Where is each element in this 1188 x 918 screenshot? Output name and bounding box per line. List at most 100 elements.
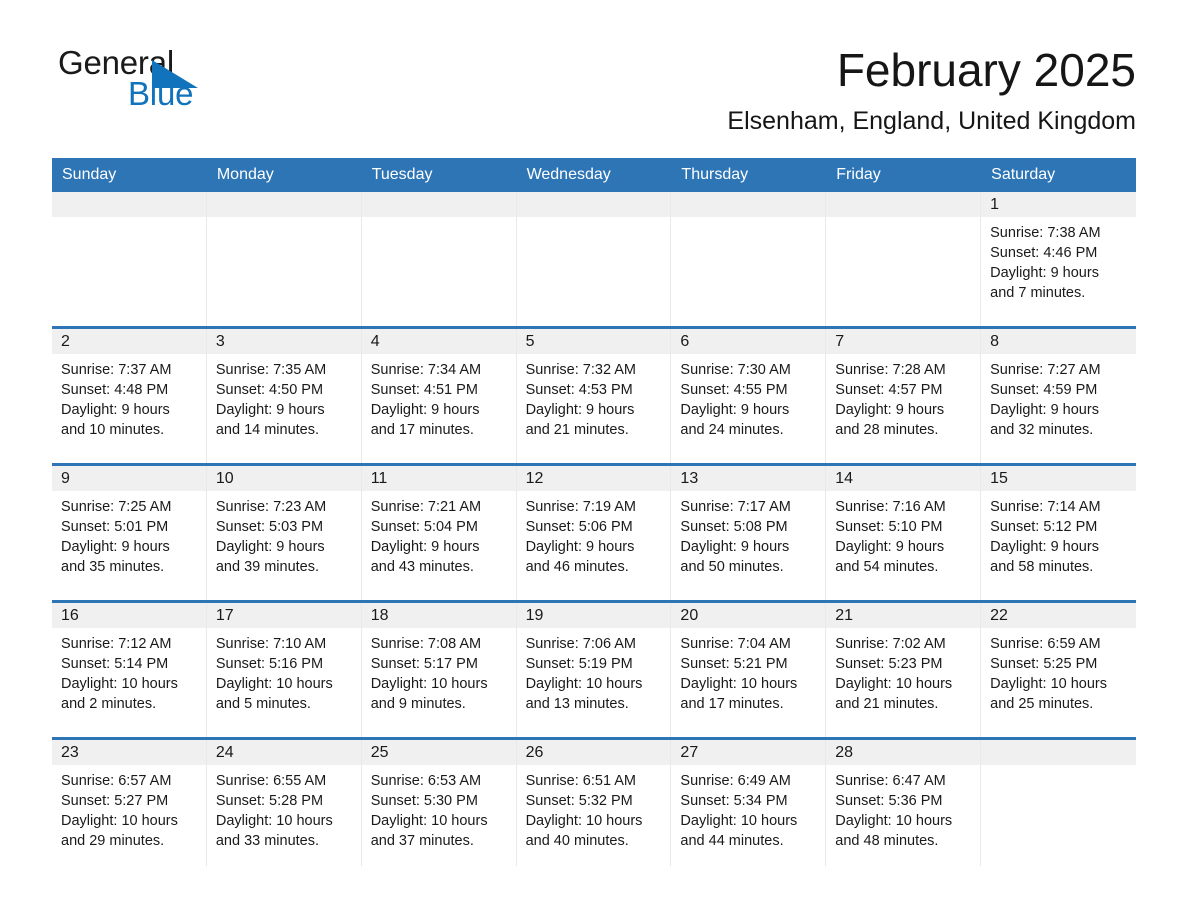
day-details: Sunrise: 7:37 AM Sunset: 4:48 PM Dayligh… bbox=[52, 354, 206, 440]
daylight-text-line1: Daylight: 10 hours bbox=[680, 812, 798, 829]
day-number: 18 bbox=[361, 602, 516, 628]
day-cell[interactable]: 4 Sunrise: 7:34 AM Sunset: 4:51 PM Dayli… bbox=[361, 328, 517, 463]
sunset-text: Sunset: 5:32 PM bbox=[525, 792, 633, 809]
day-details: Sunrise: 6:55 AM Sunset: 5:28 PM Dayligh… bbox=[207, 765, 361, 851]
day-details: Sunrise: 6:51 AM Sunset: 5:32 PM Dayligh… bbox=[517, 765, 671, 851]
day-cell[interactable]: 13 Sunrise: 7:17 AM Sunset: 5:08 PM Dayl… bbox=[671, 465, 827, 600]
generalblue-logo[interactable]: General Blue bbox=[52, 44, 292, 116]
day-cell[interactable]: 15 Sunrise: 7:14 AM Sunset: 5:12 PM Dayl… bbox=[981, 465, 1136, 600]
sunset-text: Sunset: 5:25 PM bbox=[990, 655, 1098, 672]
daylight-text-line2: and 17 minutes. bbox=[680, 695, 784, 712]
day-details: Sunrise: 7:21 AM Sunset: 5:04 PM Dayligh… bbox=[362, 491, 516, 577]
sunset-text: Sunset: 5:27 PM bbox=[61, 792, 169, 809]
sunset-text: Sunset: 5:12 PM bbox=[990, 518, 1098, 535]
daylight-text-line2: and 29 minutes. bbox=[61, 832, 165, 849]
day-cell[interactable]: 14 Sunrise: 7:16 AM Sunset: 5:10 PM Dayl… bbox=[826, 465, 982, 600]
sunrise-text: Sunrise: 6:57 AM bbox=[61, 772, 172, 789]
daylight-text-line1: Daylight: 10 hours bbox=[215, 675, 333, 692]
day-cell[interactable] bbox=[671, 191, 827, 326]
day-cell[interactable]: 23 Sunrise: 6:57 AM Sunset: 5:27 PM Dayl… bbox=[52, 739, 207, 866]
week-row: 16 Sunrise: 7:12 AM Sunset: 5:14 PM Dayl… bbox=[52, 599, 1136, 737]
sunrise-text: Sunrise: 7:17 AM bbox=[680, 498, 791, 515]
day-cell[interactable]: 17 Sunrise: 7:10 AM Sunset: 5:16 PM Dayl… bbox=[206, 602, 362, 737]
sunrise-text: Sunrise: 7:08 AM bbox=[370, 635, 482, 652]
day-cell[interactable]: 26 Sunrise: 6:51 AM Sunset: 5:32 PM Dayl… bbox=[516, 739, 672, 866]
sunrise-text: Sunrise: 7:21 AM bbox=[370, 498, 482, 515]
day-cell[interactable]: 6 Sunrise: 7:30 AM Sunset: 4:55 PM Dayli… bbox=[671, 328, 827, 463]
weekday-header-monday: Monday bbox=[216, 165, 274, 183]
day-number: 10 bbox=[206, 465, 361, 491]
daylight-text-line1: Daylight: 9 hours bbox=[61, 538, 170, 555]
day-cell[interactable]: 28 Sunrise: 6:47 AM Sunset: 5:36 PM Dayl… bbox=[826, 739, 982, 866]
sunrise-text: Sunrise: 7:23 AM bbox=[215, 498, 327, 515]
day-cell[interactable]: 11 Sunrise: 7:21 AM Sunset: 5:04 PM Dayl… bbox=[361, 465, 517, 600]
daylight-text-line2: and 13 minutes. bbox=[525, 695, 629, 712]
daylight-text-line1: Daylight: 10 hours bbox=[370, 812, 488, 829]
day-cell[interactable]: 5 Sunrise: 7:32 AM Sunset: 4:53 PM Dayli… bbox=[516, 328, 672, 463]
sunset-text: Sunset: 5:17 PM bbox=[370, 655, 478, 672]
daylight-text-line2: and 10 minutes. bbox=[61, 421, 165, 438]
sunrise-text: Sunrise: 7:38 AM bbox=[990, 224, 1101, 241]
logo-text-blue: Blue bbox=[128, 75, 194, 112]
daylight-text-line2: and 5 minutes. bbox=[215, 695, 311, 712]
day-cell[interactable]: 1 Sunrise: 7:38 AM Sunset: 4:46 PM Dayli… bbox=[981, 191, 1136, 326]
day-cell[interactable] bbox=[981, 739, 1136, 866]
day-cell[interactable]: 21 Sunrise: 7:02 AM Sunset: 5:23 PM Dayl… bbox=[826, 602, 982, 737]
daylight-text-line1: Daylight: 10 hours bbox=[835, 675, 953, 692]
page-title: February 2025 bbox=[836, 44, 1136, 96]
day-number: 9 bbox=[52, 465, 206, 491]
sunrise-text: Sunrise: 7:27 AM bbox=[990, 361, 1101, 378]
day-cell[interactable]: 3 Sunrise: 7:35 AM Sunset: 4:50 PM Dayli… bbox=[206, 328, 362, 463]
day-cell[interactable]: 16 Sunrise: 7:12 AM Sunset: 5:14 PM Dayl… bbox=[52, 602, 207, 737]
day-number bbox=[52, 191, 206, 217]
day-cell[interactable] bbox=[361, 191, 517, 326]
sunrise-text: Sunrise: 7:14 AM bbox=[990, 498, 1101, 515]
daylight-text-line2: and 48 minutes. bbox=[835, 832, 939, 849]
day-cell[interactable]: 18 Sunrise: 7:08 AM Sunset: 5:17 PM Dayl… bbox=[361, 602, 517, 737]
sunrise-text: Sunrise: 7:02 AM bbox=[835, 635, 946, 652]
day-number: 11 bbox=[361, 465, 516, 491]
day-details: Sunrise: 7:25 AM Sunset: 5:01 PM Dayligh… bbox=[52, 491, 206, 577]
daylight-text-line1: Daylight: 9 hours bbox=[680, 538, 790, 555]
day-cell[interactable]: 2 Sunrise: 7:37 AM Sunset: 4:48 PM Dayli… bbox=[52, 328, 207, 463]
day-cell[interactable] bbox=[206, 191, 362, 326]
day-details: Sunrise: 7:38 AM Sunset: 4:46 PM Dayligh… bbox=[981, 217, 1136, 303]
daylight-text-line2: and 44 minutes. bbox=[680, 832, 784, 849]
day-cell[interactable] bbox=[52, 191, 207, 326]
day-cell[interactable]: 8 Sunrise: 7:27 AM Sunset: 4:59 PM Dayli… bbox=[981, 328, 1136, 463]
day-details: Sunrise: 6:57 AM Sunset: 5:27 PM Dayligh… bbox=[52, 765, 206, 851]
day-number: 19 bbox=[516, 602, 671, 628]
daylight-text-line2: and 32 minutes. bbox=[990, 421, 1094, 438]
week-row: 1 Sunrise: 7:38 AM Sunset: 4:46 PM Dayli… bbox=[52, 191, 1136, 326]
daylight-text-line2: and 25 minutes. bbox=[990, 695, 1094, 712]
sunset-text: Sunset: 5:06 PM bbox=[525, 518, 633, 535]
calendar-grid: Sunday Monday Tuesday Wednesday Thursday… bbox=[52, 157, 1136, 866]
day-cell[interactable]: 10 Sunrise: 7:23 AM Sunset: 5:03 PM Dayl… bbox=[206, 465, 362, 600]
day-cell[interactable]: 20 Sunrise: 7:04 AM Sunset: 5:21 PM Dayl… bbox=[671, 602, 827, 737]
day-number: 5 bbox=[516, 328, 671, 354]
day-cell[interactable]: 19 Sunrise: 7:06 AM Sunset: 5:19 PM Dayl… bbox=[516, 602, 672, 737]
daylight-text-line1: Daylight: 10 hours bbox=[215, 812, 333, 829]
day-cell[interactable] bbox=[826, 191, 982, 326]
day-cell[interactable]: 12 Sunrise: 7:19 AM Sunset: 5:06 PM Dayl… bbox=[516, 465, 672, 600]
day-cell[interactable] bbox=[516, 191, 672, 326]
day-cell[interactable]: 7 Sunrise: 7:28 AM Sunset: 4:57 PM Dayli… bbox=[826, 328, 982, 463]
day-details: Sunrise: 7:23 AM Sunset: 5:03 PM Dayligh… bbox=[207, 491, 361, 577]
day-details: Sunrise: 7:34 AM Sunset: 4:51 PM Dayligh… bbox=[362, 354, 516, 440]
daylight-text-line2: and 2 minutes. bbox=[61, 695, 157, 712]
daylight-text-line1: Daylight: 10 hours bbox=[61, 812, 178, 829]
daylight-text-line1: Daylight: 9 hours bbox=[835, 401, 945, 418]
day-number: 8 bbox=[981, 328, 1136, 354]
day-details: Sunrise: 7:19 AM Sunset: 5:06 PM Dayligh… bbox=[517, 491, 671, 577]
day-cell[interactable]: 9 Sunrise: 7:25 AM Sunset: 5:01 PM Dayli… bbox=[52, 465, 207, 600]
day-cell[interactable]: 27 Sunrise: 6:49 AM Sunset: 5:34 PM Dayl… bbox=[671, 739, 827, 866]
day-details: Sunrise: 6:47 AM Sunset: 5:36 PM Dayligh… bbox=[826, 765, 980, 851]
day-number bbox=[206, 191, 361, 217]
daylight-text-line2: and 21 minutes. bbox=[835, 695, 939, 712]
day-cell[interactable]: 24 Sunrise: 6:55 AM Sunset: 5:28 PM Dayl… bbox=[206, 739, 362, 866]
daylight-text-line1: Daylight: 9 hours bbox=[61, 401, 170, 418]
day-cell[interactable]: 22 Sunrise: 6:59 AM Sunset: 5:25 PM Dayl… bbox=[981, 602, 1136, 737]
day-details: Sunrise: 7:06 AM Sunset: 5:19 PM Dayligh… bbox=[517, 628, 671, 714]
daylight-text-line1: Daylight: 9 hours bbox=[680, 401, 790, 418]
day-cell[interactable]: 25 Sunrise: 6:53 AM Sunset: 5:30 PM Dayl… bbox=[361, 739, 517, 866]
